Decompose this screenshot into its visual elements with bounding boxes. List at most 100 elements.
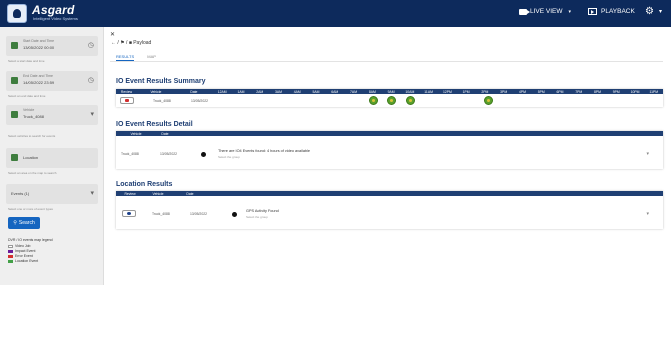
gear-icon[interactable]: ⚙ [645,6,654,17]
column-header: 8PM [594,89,601,94]
calendar-icon [11,42,18,49]
logo-icon [7,4,27,23]
live-view-menu[interactable]: LIVE VIEW ▾ [519,8,571,15]
legend-title: DVR / IO events map legend [8,238,53,242]
detail-message: There are IO4 Events found: 4 hours of v… [218,149,311,153]
column-header: 4AM [293,89,301,94]
playback-label: PLAYBACK [601,8,635,15]
summary-table: Review Vehicle Date 12AM 1AM 2AM 3AM 4AM 5AM 6AM 7… [116,89,663,107]
review-button[interactable] [120,97,134,104]
events-value: Events (1) [11,191,30,196]
column-header: 9AM [387,89,395,94]
table-row[interactable]: Truck_4088 13/05/2022 There are IO4 Even… [116,136,663,169]
legend-swatch [8,259,13,263]
table-row[interactable]: Truck_4088 13/05/2022 [116,94,663,107]
location-dot-icon [232,212,237,217]
vehicle-hint: Select vehicles to search for events [8,134,56,138]
column-header: Vehicle [152,191,164,196]
collapse-sidebar-icon[interactable]: ✕ [110,31,115,38]
location-value: Location [23,155,39,160]
column-header: 9PM [612,89,620,94]
location-table: Review Vehicle Date Truck_4088 13/05/202… [116,191,663,229]
vehicle-label: Vehicle [23,108,35,112]
column-header: 5AM [312,89,320,94]
detail-subtext: Select the group [218,155,240,159]
column-header: 8AM [368,89,376,94]
vehicle-icon [11,111,18,118]
chevron-down-icon[interactable]: ▾ [90,189,94,197]
search-sidebar: Start Date and Time 13/05/2022 00:00 ◷ S… [0,27,104,285]
review-button[interactable] [122,210,136,217]
settings-chevron-icon[interactable]: ▾ [659,8,662,15]
live-view-label: LIVE VIEW [530,8,563,15]
column-header: 10PM [630,89,640,94]
summary-title: IO Event Results Summary [116,78,206,85]
legend-item: Error Event [8,254,53,258]
date-cell: 13/05/2022 [190,212,207,216]
legend-label: Impact Event [15,249,36,253]
column-header: Vehicle [130,131,142,136]
camera-icon [519,8,530,15]
end-hint: Select an end date and time [8,94,46,98]
brand-name: Asgard [32,3,75,17]
io-event-marker[interactable] [369,96,378,105]
io-event-marker[interactable] [406,96,415,105]
column-header: 6PM [556,89,564,94]
result-tabs: RESULTS MAP [116,54,168,61]
events-select[interactable]: Events (1) ▾ [6,184,98,204]
start-datetime-label: Start Date and Time [23,39,55,43]
location-pin-icon [11,154,18,161]
legend-item: Impact Event [8,249,53,253]
breadcrumb[interactable]: ← / ⚑ / ■ Payload [111,40,151,46]
io-event-marker[interactable] [484,96,493,105]
detail-table: Vehicle Date Truck_4088 13/05/2022 There… [116,131,663,169]
tabs-divider [110,61,663,62]
location-hint: Select an area on the map to search [8,171,57,175]
tab-results[interactable]: RESULTS [116,54,135,61]
column-header: 1PM [462,89,470,94]
clock-icon[interactable]: ◷ [88,41,94,49]
legend-swatch [8,254,13,258]
legend-item: Video Job [8,244,53,248]
table-row[interactable]: Truck_4088 13/05/2022 GPS Activity Found… [116,196,663,229]
end-datetime-label: End Date and Time [23,74,53,78]
legend-label: Error Event [15,254,33,258]
legend-item: Location Event [8,259,53,263]
location-field[interactable]: Location [6,148,98,168]
logo[interactable]: Asgard Intelligent Video Systems [7,3,137,24]
clock-icon[interactable]: ◷ [88,76,94,84]
start-datetime-field[interactable]: Start Date and Time 13/05/2022 00:00 ◷ [6,36,98,56]
end-datetime-value: 14/05/2022 23:59 [23,80,55,85]
playback-link[interactable]: PLAYBACK [588,8,635,15]
date-cell: 13/05/2022 [191,99,208,103]
date-cell: 13/05/2022 [160,152,177,156]
column-header: Review [124,191,136,196]
calendar-icon [11,77,18,84]
column-header: 5PM [537,89,545,94]
column-header: 10AM [405,89,415,94]
chevron-down-icon[interactable]: ▾ [646,211,649,217]
legend-label: Video Job [15,244,31,248]
vehicle-select[interactable]: Vehicle Truck_4088 ▾ [6,105,98,125]
events-hint: Select one or more of event types [8,207,53,211]
tab-map[interactable]: MAP [147,54,156,60]
vehicle-cell: Truck_4088 [152,212,170,216]
playback-icon [588,8,597,15]
chevron-down-icon[interactable]: ▾ [90,110,94,118]
end-datetime-field[interactable]: End Date and Time 14/05/2022 23:59 ◷ [6,71,98,91]
chevron-down-icon[interactable]: ▾ [646,151,649,157]
io-event-marker[interactable] [387,96,396,105]
column-header: 4PM [518,89,526,94]
detail-title: IO Event Results Detail [116,121,193,128]
vehicle-cell: Truck_4088 [153,99,171,103]
legend-label: Location Event [15,259,39,263]
column-header: 6AM [331,89,339,94]
column-header: Vehicle [150,89,162,94]
vehicle-cell: Truck_4088 [121,152,139,156]
column-header: Date [161,131,169,136]
column-header: Date [186,191,194,196]
column-header: 1AM [237,89,245,94]
search-button[interactable]: ⚲ Search [8,217,40,229]
search-icon: ⚲ [13,220,17,226]
top-bar: Asgard Intelligent Video Systems LIVE VI… [0,0,671,27]
